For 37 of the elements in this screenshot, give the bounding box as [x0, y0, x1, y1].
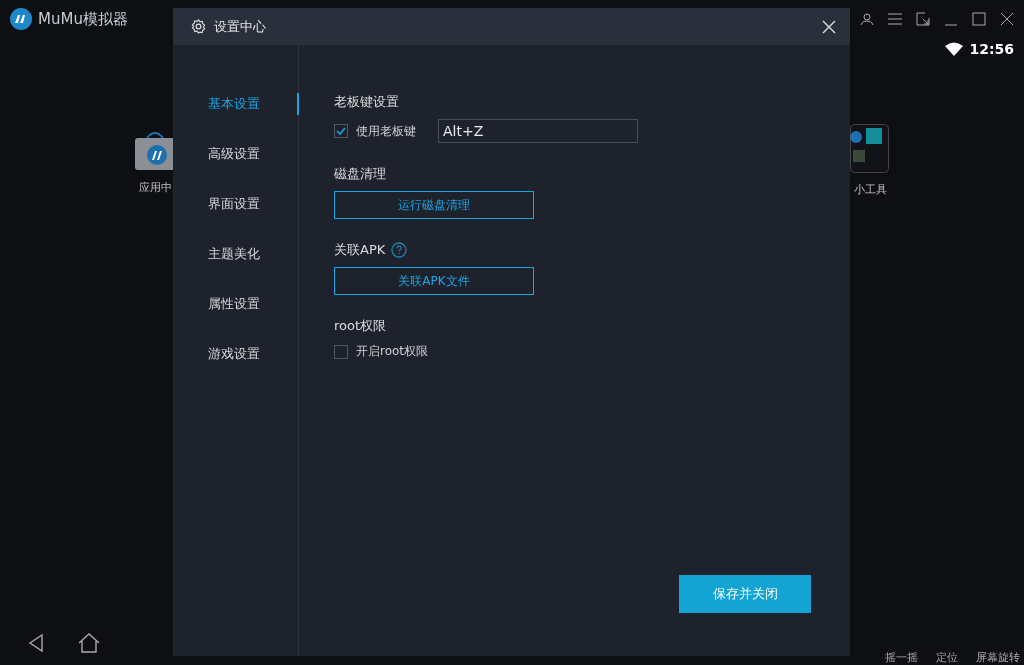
action-button[interactable]: 关联APK文件: [334, 267, 534, 295]
action-button[interactable]: 运行磁盘清理: [334, 191, 534, 219]
app-logo-icon: [10, 8, 32, 30]
dialog-title: 设置中心: [214, 17, 266, 36]
hotkey-field[interactable]: Alt+Z: [438, 119, 638, 143]
resize-icon[interactable]: [916, 12, 930, 26]
settings-tab[interactable]: 界面设置: [173, 193, 299, 215]
help-icon[interactable]: [391, 242, 408, 258]
settings-tab[interactable]: 游戏设置: [173, 343, 299, 365]
app-title: MuMu模拟器: [38, 9, 128, 29]
section-heading: 老板键设置: [334, 93, 399, 111]
tools-folder-icon[interactable]: [850, 124, 890, 174]
user-icon[interactable]: [860, 12, 874, 26]
app-label: 小工具: [853, 182, 887, 197]
settings-tab[interactable]: 属性设置: [173, 293, 299, 315]
settings-tab[interactable]: 基本设置: [173, 93, 299, 115]
wifi-icon: [945, 42, 964, 56]
toolbar-label[interactable]: 定位: [936, 650, 958, 665]
close-icon[interactable]: [1000, 12, 1014, 26]
settings-tab[interactable]: 主题美化: [173, 243, 299, 265]
back-icon[interactable]: [28, 633, 44, 652]
maximize-icon[interactable]: [972, 12, 986, 26]
menu-icon[interactable]: [888, 13, 902, 25]
checkbox-label: 使用老板键: [356, 122, 416, 140]
section-heading: root权限: [334, 317, 387, 335]
section-heading: 磁盘清理: [334, 165, 386, 183]
home-icon[interactable]: [78, 632, 100, 653]
checkbox-label: 开启root权限: [356, 343, 429, 360]
checkbox[interactable]: [334, 124, 348, 138]
app-label: 应用中: [138, 180, 172, 195]
settings-icon: [191, 19, 206, 34]
toolbar-label[interactable]: 摇一摇: [885, 650, 918, 665]
checkbox[interactable]: [334, 344, 348, 359]
section-heading: 关联APK: [334, 241, 386, 259]
clock-time: 12:56: [969, 41, 1014, 57]
settings-tab[interactable]: 高级设置: [173, 143, 299, 165]
toolbar-label[interactable]: 屏幕旋转: [976, 650, 1020, 665]
